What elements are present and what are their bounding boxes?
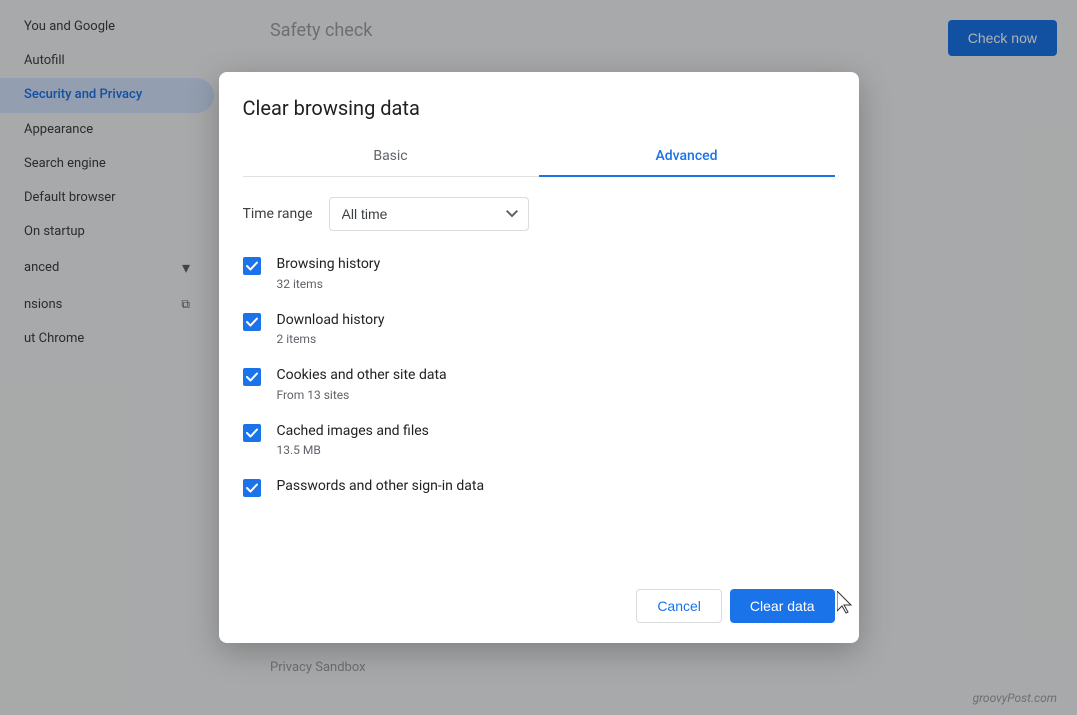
checkbox-label: Browsing history [277,255,827,275]
checkbox-label: Cached images and files [277,422,827,442]
checkbox-label: Passwords and other sign-in data [277,477,827,497]
time-range-label: Time range [243,206,313,222]
checkbox-passwords[interactable] [243,479,261,497]
checkbox-sublabel: 32 items [277,277,827,291]
checkbox-text-browsing-history: Browsing history 32 items [277,255,827,291]
checkbox-cached[interactable] [243,424,261,442]
checkbox-text-cookies: Cookies and other site data From 13 site… [277,366,827,402]
cancel-button[interactable]: Cancel [636,589,722,623]
checkbox-browsing-history[interactable] [243,257,261,275]
checkbox-download-history[interactable] [243,313,261,331]
dialog-title: Clear browsing data [243,96,835,120]
time-range-row: Time range Last hourLast 24 hoursLast 7 … [243,197,827,231]
tab-bar: Basic Advanced [243,136,835,177]
dialog-footer: Cancel Clear data [219,577,859,643]
checkbox-sublabel: 13.5 MB [277,443,827,457]
checkbox-item-download-history: Download history 2 items [243,311,827,347]
checkbox-text-passwords: Passwords and other sign-in data [277,477,827,497]
dialog-scroll-area[interactable]: Time range Last hourLast 24 hoursLast 7 … [243,197,835,557]
checkbox-sublabel: From 13 sites [277,388,827,402]
checkbox-item-browsing-history: Browsing history 32 items [243,255,827,291]
checkbox-item-cookies: Cookies and other site data From 13 site… [243,366,827,402]
tab-advanced[interactable]: Advanced [539,136,835,176]
checkbox-label: Download history [277,311,827,331]
checkbox-cookies[interactable] [243,368,261,386]
checkmark-icon [246,427,258,439]
tab-basic[interactable]: Basic [243,136,539,176]
checkmark-icon [246,316,258,328]
modal-overlay: Clear browsing data Basic Advanced Time … [0,0,1077,715]
checkmark-icon [246,260,258,272]
clear-data-button[interactable]: Clear data [730,589,835,623]
checkbox-text-download-history: Download history 2 items [277,311,827,347]
checkmark-icon [246,371,258,383]
checkbox-label: Cookies and other site data [277,366,827,386]
clear-browsing-data-dialog: Clear browsing data Basic Advanced Time … [219,72,859,643]
checkbox-sublabel: 2 items [277,332,827,346]
checkbox-item-cached: Cached images and files 13.5 MB [243,422,827,458]
checkmark-icon [246,482,258,494]
time-range-select[interactable]: Last hourLast 24 hoursLast 7 daysLast 4 … [329,197,529,231]
checkbox-item-passwords: Passwords and other sign-in data [243,477,827,497]
dialog-body: Time range Last hourLast 24 hoursLast 7 … [219,177,859,577]
dialog-header: Clear browsing data Basic Advanced [219,72,859,177]
checkbox-text-cached: Cached images and files 13.5 MB [277,422,827,458]
